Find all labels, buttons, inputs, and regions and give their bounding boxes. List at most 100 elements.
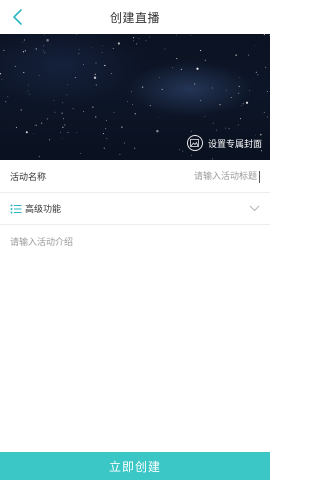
star	[219, 104, 221, 106]
star	[119, 153, 121, 155]
star	[178, 149, 180, 151]
star	[102, 45, 103, 46]
advanced-features-row[interactable]: 高级功能	[0, 193, 270, 225]
star	[212, 158, 214, 160]
star	[14, 65, 16, 67]
star	[20, 109, 22, 111]
star	[141, 86, 144, 88]
star	[228, 127, 230, 130]
star	[21, 42, 23, 44]
star	[182, 150, 184, 152]
star	[266, 116, 268, 118]
star	[215, 129, 217, 131]
star	[136, 43, 138, 45]
star	[95, 116, 97, 118]
star	[190, 154, 192, 156]
star	[134, 147, 136, 149]
star	[194, 83, 196, 85]
star	[196, 67, 199, 70]
star	[105, 120, 107, 121]
star	[134, 113, 136, 115]
cover-image[interactable]: 设置专属封面	[0, 34, 270, 160]
star	[269, 35, 270, 37]
star	[95, 62, 97, 64]
star	[204, 115, 206, 117]
star	[132, 40, 134, 42]
star	[38, 155, 40, 158]
star	[263, 112, 265, 113]
star	[25, 131, 28, 134]
star	[23, 39, 25, 41]
star	[94, 73, 96, 76]
star	[117, 42, 120, 45]
activity-intro-textarea[interactable]	[0, 226, 270, 451]
star	[176, 57, 178, 60]
star	[105, 128, 107, 130]
star	[27, 90, 29, 92]
star	[29, 93, 30, 95]
star	[133, 37, 135, 39]
star	[164, 48, 166, 50]
star	[106, 138, 108, 140]
star	[180, 68, 183, 71]
star	[156, 129, 159, 133]
star	[235, 54, 237, 56]
star	[265, 66, 267, 68]
set-cover-label: 设置专属封面	[207, 139, 262, 150]
star	[92, 106, 94, 108]
create-now-button[interactable]: 立即创建	[0, 452, 270, 480]
star	[22, 51, 25, 53]
star	[67, 131, 69, 133]
star	[112, 47, 114, 50]
star	[60, 131, 62, 133]
star	[67, 84, 69, 86]
star	[5, 101, 7, 103]
star	[126, 101, 128, 102]
star	[239, 77, 241, 78]
set-cover-button[interactable]: 设置专属封面	[186, 134, 262, 152]
activity-name-input[interactable]	[90, 170, 260, 183]
star	[226, 90, 227, 92]
chevron-down-icon	[248, 203, 260, 215]
star	[46, 39, 49, 42]
star	[200, 99, 202, 101]
star	[149, 105, 151, 106]
star	[54, 111, 56, 113]
star	[157, 116, 159, 118]
star	[46, 118, 48, 120]
star	[237, 124, 239, 126]
navigation-bar: 创建直播	[0, 0, 270, 34]
star	[204, 59, 206, 61]
star	[190, 130, 192, 132]
back-button[interactable]	[6, 5, 30, 29]
list-icon	[10, 203, 22, 215]
star	[266, 90, 269, 93]
star	[66, 94, 68, 96]
star	[34, 125, 35, 127]
star	[103, 147, 105, 149]
star	[1, 78, 3, 80]
star	[200, 50, 202, 52]
star	[83, 111, 85, 113]
star	[63, 118, 64, 120]
star	[239, 118, 242, 120]
star	[78, 53, 80, 55]
star	[24, 50, 26, 52]
star	[0, 73, 2, 75]
star	[61, 138, 63, 139]
star	[42, 50, 44, 52]
star	[145, 40, 147, 41]
star	[44, 52, 46, 54]
star	[255, 71, 257, 73]
star	[35, 48, 37, 50]
star	[76, 132, 78, 133]
star	[64, 124, 66, 126]
star	[82, 64, 84, 66]
back-arrow-icon	[13, 9, 22, 25]
star	[93, 76, 97, 79]
star	[33, 133, 35, 135]
star	[101, 52, 103, 54]
star	[39, 75, 41, 76]
star	[254, 44, 255, 46]
star	[176, 34, 178, 36]
